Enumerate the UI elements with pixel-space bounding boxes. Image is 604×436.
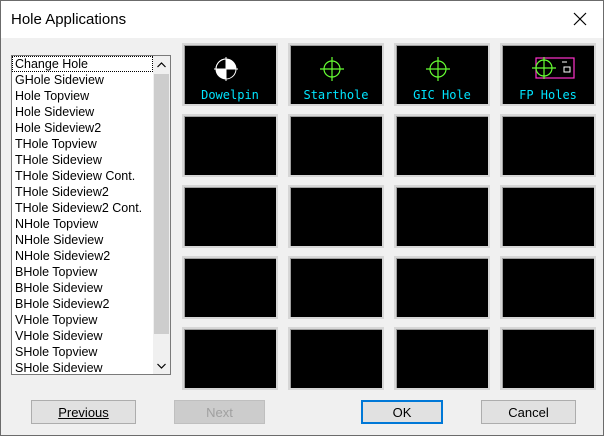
empty-tile[interactable] (182, 114, 278, 177)
tile-dowelpin[interactable]: Dowelpin (182, 43, 278, 106)
title-bar: Hole Applications (1, 1, 603, 38)
empty-tile[interactable] (500, 185, 596, 248)
empty-tile[interactable] (288, 256, 384, 319)
list-item[interactable]: THole Sideview (12, 152, 153, 168)
list-items: Change Hole GHole Sideview Hole Topview Hol… (12, 56, 153, 374)
scroll-up-button[interactable] (153, 56, 170, 73)
scroll-thumb[interactable] (154, 74, 169, 334)
empty-tile[interactable] (182, 256, 278, 319)
empty-tile[interactable] (288, 185, 384, 248)
list-item[interactable]: SHole Sideview (12, 360, 153, 374)
list-scrollbar[interactable] (153, 56, 170, 374)
chevron-up-icon (157, 61, 166, 67)
chevron-down-icon (157, 363, 166, 369)
empty-tile[interactable] (288, 327, 384, 390)
list-item[interactable]: NHole Sideview (12, 232, 153, 248)
list-item[interactable]: Hole Sideview2 (12, 120, 153, 136)
empty-tile[interactable] (182, 327, 278, 390)
list-item[interactable]: THole Sideview Cont. (12, 168, 153, 184)
tile-label: GIC Hole (413, 88, 471, 102)
list-item[interactable]: THole Topview (12, 136, 153, 152)
tile-gic-hole[interactable]: GIC Hole (394, 43, 490, 106)
close-button[interactable] (563, 5, 597, 33)
cancel-button[interactable]: Cancel (481, 400, 576, 424)
scroll-down-button[interactable] (153, 357, 170, 374)
empty-tile[interactable] (500, 114, 596, 177)
list-item[interactable]: THole Sideview2 Cont. (12, 200, 153, 216)
list-item[interactable]: SHole Topview (12, 344, 153, 360)
empty-tile[interactable] (288, 114, 384, 177)
ok-label: OK (392, 404, 412, 420)
dialog-title: Hole Applications (11, 11, 127, 28)
list-item[interactable]: NHole Topview (12, 216, 153, 232)
previous-button[interactable]: Previous (31, 400, 136, 424)
list-item[interactable]: BHole Topview (12, 264, 153, 280)
empty-tile[interactable] (394, 114, 490, 177)
empty-tile[interactable] (182, 185, 278, 248)
list-item[interactable]: NHole Sideview2 (12, 248, 153, 264)
tile-label: Dowelpin (201, 88, 259, 102)
list-item[interactable]: THole Sideview2 (12, 184, 153, 200)
list-item[interactable]: Hole Sideview (12, 104, 153, 120)
list-item[interactable]: BHole Sideview2 (12, 296, 153, 312)
empty-tile[interactable] (394, 256, 490, 319)
list-item[interactable]: GHole Sideview (12, 72, 153, 88)
list-item[interactable]: VHole Sideview (12, 328, 153, 344)
tile-label: Starthole (303, 88, 369, 102)
list-item[interactable]: Hole Topview (12, 88, 153, 104)
list-item[interactable]: VHole Topview (12, 312, 153, 328)
empty-tile[interactable] (394, 185, 490, 248)
list-item[interactable]: Change Hole (12, 56, 153, 72)
cancel-label: Cancel (508, 404, 549, 420)
hole-type-list[interactable]: Change Hole GHole Sideview Hole Topview Hol… (11, 55, 171, 375)
list-item[interactable]: BHole Sideview (12, 280, 153, 296)
dialog-window: Hole Applications Change Hole GHole Sidev… (0, 0, 604, 436)
previous-label: Previous (58, 404, 109, 420)
next-label: Next (206, 404, 233, 420)
tile-fp-holes[interactable]: FP Holes (500, 43, 596, 106)
empty-tile[interactable] (500, 327, 596, 390)
next-button[interactable]: Next (174, 400, 265, 424)
tile-label: FP Holes (519, 88, 577, 102)
empty-tile[interactable] (394, 327, 490, 390)
tile-starthole[interactable]: Starthole (288, 43, 384, 106)
empty-tile[interactable] (500, 256, 596, 319)
ok-button[interactable]: OK (361, 400, 443, 424)
close-icon (573, 12, 587, 26)
